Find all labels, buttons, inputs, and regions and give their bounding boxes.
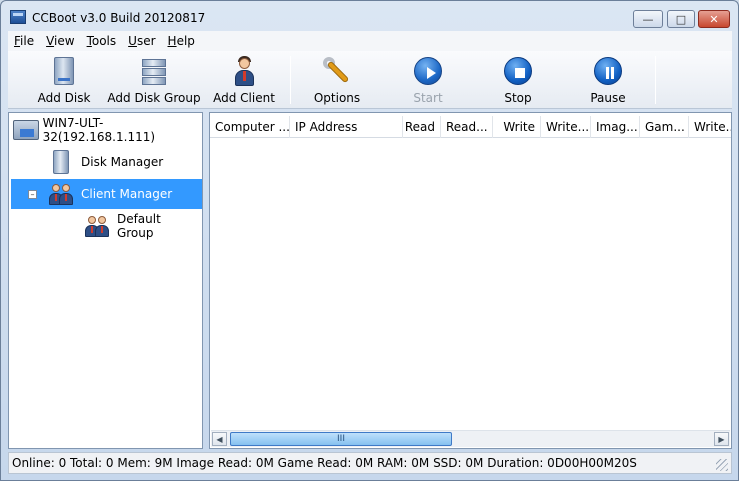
column-image-label: Imag...	[596, 120, 638, 134]
start-button[interactable]: Start	[408, 55, 448, 107]
menu-user-accel: U	[128, 34, 137, 48]
disk-icon	[48, 55, 80, 87]
status-text: Online: 0 Total: 0 Mem: 9M Image Read: 0…	[12, 456, 637, 470]
client-icon	[228, 55, 260, 87]
column-write-label: Write	[503, 120, 535, 134]
status-bar: Online: 0 Total: 0 Mem: 9M Image Read: 0…	[8, 452, 732, 474]
menu-help-accel: H	[167, 34, 177, 48]
menu-help[interactable]: Help	[162, 34, 201, 48]
tree-item-server[interactable]: WIN7-ULT-32(192.168.1.111)	[11, 115, 201, 145]
pause-button[interactable]: Pause	[588, 55, 628, 107]
maximize-icon: □	[675, 12, 687, 26]
maximize-button[interactable]: □	[667, 10, 695, 28]
menu-help-label: elp	[176, 34, 195, 48]
column-computer[interactable]: Computer ...	[210, 116, 290, 138]
tree-item-client-manager[interactable]: – Client Manager	[11, 179, 202, 209]
options-label: Options	[313, 91, 361, 105]
menu-tools[interactable]: Tools	[81, 34, 123, 48]
menu-view-accel: V	[46, 34, 55, 48]
add-client-button[interactable]: Add Client	[213, 55, 275, 107]
title-bar[interactable]: CCBoot v3.0 Build 20120817 — □ ✕	[1, 1, 738, 31]
tree-client-manager-label: Client Manager	[81, 187, 173, 201]
stop-button[interactable]: Stop	[498, 55, 538, 107]
minimize-button[interactable]: —	[633, 10, 663, 28]
column-game-label: Gam...	[645, 120, 685, 134]
close-icon: ✕	[709, 12, 719, 26]
column-write-back-label: Write...	[694, 120, 731, 134]
wrench-icon	[321, 55, 353, 87]
tree-item-disk-manager[interactable]: Disk Manager	[47, 147, 201, 177]
menu-view[interactable]: View	[40, 34, 80, 48]
menu-user-label: ser	[136, 34, 156, 48]
client-list: Computer ... IP Address Read Read... Wri…	[209, 112, 732, 449]
grid-header: Computer ... IP Address Read Read... Wri…	[210, 116, 731, 138]
column-read-label: Read	[404, 120, 435, 134]
add-disk-label: Add Disk	[37, 91, 91, 105]
menu-tools-label: ools	[91, 34, 117, 48]
disk-group-icon	[138, 55, 170, 87]
toolbar-separator	[290, 56, 291, 104]
navigation-tree: WIN7-ULT-32(192.168.1.111) Disk Manager …	[8, 112, 203, 449]
menu-file-label: ile	[20, 34, 35, 48]
menu-file[interactable]: File	[8, 34, 40, 48]
column-write-speed[interactable]: Write...	[541, 116, 591, 138]
column-read-speed[interactable]: Read...	[441, 116, 493, 138]
horizontal-scrollbar[interactable]: ◀ III ▶	[211, 430, 730, 447]
play-icon	[412, 55, 444, 87]
close-button[interactable]: ✕	[698, 10, 730, 28]
add-disk-group-button[interactable]: Add Disk Group	[107, 55, 201, 107]
add-disk-group-label: Add Disk Group	[107, 91, 201, 105]
users-icon	[83, 212, 111, 240]
menu-user[interactable]: User	[122, 34, 161, 48]
minimize-icon: —	[642, 12, 654, 26]
scroll-thumb[interactable]: III	[230, 432, 452, 446]
toolbar: Add Disk Add Disk Group Add Client Optio…	[8, 51, 732, 109]
options-button[interactable]: Options	[314, 55, 360, 107]
scroll-grip: III	[337, 434, 345, 444]
tree-default-group-label: Default Group	[116, 212, 161, 240]
resize-grip-icon[interactable]	[716, 459, 728, 471]
column-write-back[interactable]: Write...	[689, 116, 731, 138]
column-read-speed-label: Read...	[446, 120, 488, 134]
tree-server-label: WIN7-ULT-32(192.168.1.111)	[42, 116, 156, 144]
tree-item-default-group[interactable]: Default Group	[83, 211, 201, 241]
app-icon	[10, 10, 26, 24]
menu-bar: File View Tools User Help	[8, 31, 732, 51]
add-client-label: Add Client	[213, 91, 275, 105]
collapse-icon[interactable]: –	[28, 190, 37, 199]
window-title: CCBoot v3.0 Build 20120817	[32, 11, 206, 25]
stop-icon	[502, 55, 534, 87]
toolbar-separator-end	[655, 56, 656, 104]
pause-icon	[592, 55, 624, 87]
column-write[interactable]: Write	[493, 116, 541, 138]
disk-icon	[47, 148, 75, 176]
scroll-left-icon[interactable]: ◀	[212, 432, 227, 446]
start-label: Start	[413, 91, 443, 105]
menu-view-label: iew	[54, 34, 75, 48]
users-icon	[47, 180, 75, 208]
tree-disk-manager-label: Disk Manager	[81, 155, 164, 169]
pause-label: Pause	[590, 91, 626, 105]
scroll-right-icon[interactable]: ▶	[714, 432, 729, 446]
column-read[interactable]: Read	[403, 116, 441, 138]
add-disk-button[interactable]: Add Disk	[38, 55, 90, 107]
computer-icon	[11, 116, 39, 144]
main-window: CCBoot v3.0 Build 20120817 — □ ✕ File Vi…	[0, 0, 739, 481]
column-game[interactable]: Gam...	[640, 116, 689, 138]
column-computer-label: Computer ...	[215, 120, 290, 134]
column-ip-address[interactable]: IP Address	[290, 116, 403, 138]
column-image[interactable]: Imag...	[591, 116, 640, 138]
column-ip-address-label: IP Address	[295, 120, 358, 134]
stop-label: Stop	[504, 91, 532, 105]
column-write-speed-label: Write...	[546, 120, 590, 134]
